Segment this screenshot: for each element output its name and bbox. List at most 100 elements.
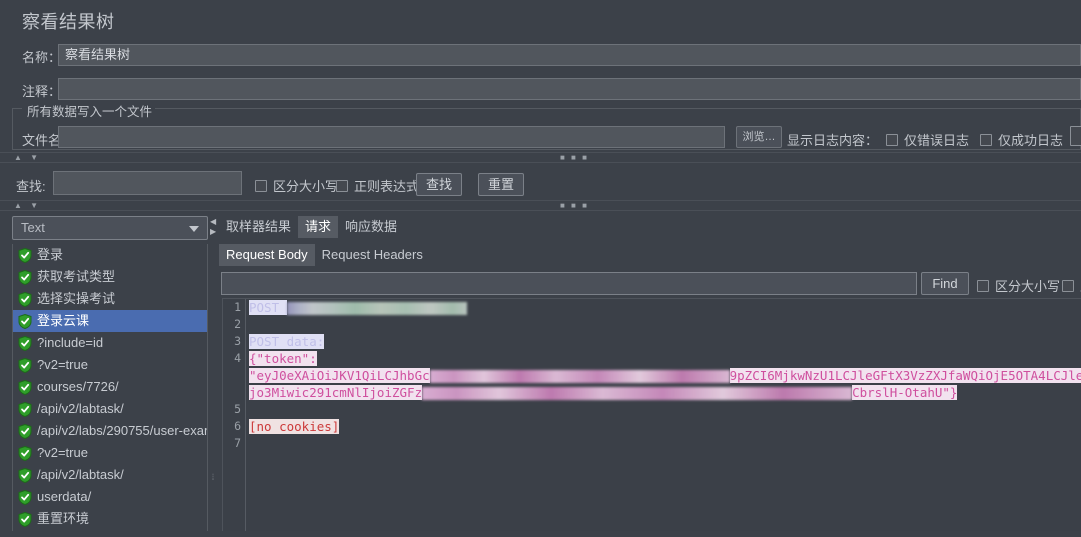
grip-dots-icon[interactable]: ■ ■ ■ <box>560 202 589 210</box>
tree-item[interactable]: ?v2=true <box>13 442 207 464</box>
shield-check-icon <box>18 379 32 396</box>
divider-middle[interactable]: ▲ ▼ ■ ■ ■ <box>0 200 1081 211</box>
find-button[interactable]: Find <box>921 272 969 295</box>
request-subtabs[interactable]: Request Body Request Headers <box>219 244 430 266</box>
tree-item[interactable]: courses/7726/ <box>13 376 207 398</box>
checkbox-box[interactable] <box>336 179 348 192</box>
shield-check-icon <box>18 335 32 352</box>
checkbox-box[interactable] <box>980 133 992 146</box>
code-line: POST <box>246 299 1081 316</box>
log-content-label: 显示日志内容： <box>787 133 879 148</box>
tree-item[interactable]: userdata/ <box>13 486 207 508</box>
line-number: 4 <box>234 351 241 365</box>
find-case-sensitive-checkbox[interactable]: 区分大小写 <box>977 276 1060 295</box>
comment-input[interactable] <box>58 78 1081 100</box>
tree-item[interactable]: /api/v2/labs/290755/user-exam <box>13 420 207 442</box>
checkbox-error-logs-only[interactable]: 仅错误日志 <box>886 130 969 149</box>
line-number: 3 <box>234 334 241 348</box>
request-body-editor[interactable]: 1234567 POST POST data: {"token": "eyJ0eXA… <box>222 298 1081 537</box>
tree-item[interactable]: ?v2=true <box>13 354 207 376</box>
result-tab[interactable]: 响应数据 <box>338 216 404 238</box>
shield-check-icon <box>18 489 32 506</box>
search-find-button[interactable]: 查找 <box>416 173 462 196</box>
tree-item[interactable]: /api/v2/labtask/ <box>13 398 207 420</box>
checkbox-box[interactable] <box>1062 279 1074 292</box>
results-tree[interactable]: 登录获取考试类型 选择实操考试 登录云课 ?include=id ?v2=true cou… <box>12 244 208 535</box>
browse-button[interactable]: 浏览… <box>736 126 782 148</box>
renderer-select[interactable]: Text <box>12 216 208 240</box>
tree-item-label: /api/v2/labtask/ <box>37 467 124 482</box>
line-number: 2 <box>234 317 241 331</box>
shield-check-icon <box>18 313 32 330</box>
collapse-arrows-icon[interactable]: ▲ ▼ <box>14 153 41 162</box>
tree-item-label: 获取考试类型 <box>37 269 116 284</box>
filename-input[interactable] <box>58 126 725 148</box>
checkbox-label: 仅错误日志 <box>904 133 970 148</box>
code-token: [no cookies] <box>249 419 340 434</box>
request-subtab[interactable]: Request Body <box>219 244 315 266</box>
checkbox-box[interactable] <box>255 179 267 192</box>
tree-item-label: 选择实操考试 <box>37 291 116 306</box>
find-input[interactable] <box>221 272 917 295</box>
comment-row: 注释： <box>0 78 1081 102</box>
shield-check-icon <box>18 401 32 418</box>
checkbox-label: 正则表达式 <box>354 179 420 194</box>
tree-item[interactable]: 获取考试类型 <box>13 266 207 288</box>
tree-item[interactable]: 登录 <box>13 244 207 266</box>
tree-item-label: ?v2=true <box>37 357 88 372</box>
shield-check-icon <box>18 401 32 418</box>
code-content[interactable]: POST POST data: {"token": "eyJ0eXAiOiJKV1Q… <box>246 299 1081 537</box>
redacted-text <box>286 302 467 315</box>
shield-check-icon <box>18 357 32 374</box>
line-number-gutter: 1 2 3 4 5 6 7 <box>223 299 246 537</box>
search-case-sensitive-checkbox[interactable]: 区分大小写 <box>255 176 338 195</box>
vertical-splitter[interactable]: ◀ ▶ ⦙ <box>209 212 219 537</box>
checkbox-success-logs-only[interactable]: 仅成功日志 <box>980 130 1063 149</box>
checkbox-box[interactable] <box>977 279 989 292</box>
code-line: jo3Miwic291cmNlIjoiZGFz CbrslH-OtahU"} <box>246 384 1081 401</box>
tree-item[interactable]: 登录云课 <box>13 310 207 332</box>
name-input[interactable]: 察看结果树 <box>58 44 1081 66</box>
search-input[interactable] <box>53 171 242 195</box>
grip-dots-icon[interactable]: ■ ■ ■ <box>560 154 589 162</box>
collapse-arrows-icon[interactable]: ▲ ▼ <box>14 201 41 210</box>
search-reset-button[interactable]: 重置 <box>478 173 524 196</box>
code-token: CbrslH-OtahU"} <box>852 385 958 400</box>
search-regex-checkbox[interactable]: 正则表达式 <box>336 176 419 195</box>
shield-check-icon <box>18 335 32 352</box>
code-token: 9pZCI6MjkwNzU1LCJleGFtX3VzZXJfaWQiOjE5OT… <box>729 368 1081 383</box>
bottom-strip <box>0 531 1081 537</box>
shield-check-icon <box>18 467 32 484</box>
splitter-right-arrow-icon[interactable]: ▶ <box>210 228 216 236</box>
tree-item[interactable]: /api/v2/labtask/ <box>13 464 207 486</box>
request-subtab[interactable]: Request Headers <box>315 244 430 266</box>
checkbox-partial-clipped[interactable] <box>1070 126 1081 146</box>
renderer-select-wrap[interactable]: Text <box>12 216 208 240</box>
shield-check-icon <box>18 423 32 440</box>
checkbox-box[interactable] <box>1070 126 1081 146</box>
tree-item-label: 登录云课 <box>37 313 90 328</box>
tree-item-label: 重置环境 <box>37 511 90 526</box>
tree-item[interactable]: 重置环境 <box>13 508 207 530</box>
shield-check-icon <box>18 379 32 396</box>
search-row: 查找: 区分大小写 正则表达式 <box>0 168 1081 200</box>
tree-item-label: userdata/ <box>37 489 92 504</box>
checkbox-box[interactable] <box>886 133 898 146</box>
find-regex-checkbox-clipped[interactable]: 正 <box>1062 276 1081 295</box>
result-tabs[interactable]: 取样器结果 请求 响应数据 <box>219 216 404 238</box>
divider-top[interactable]: ▲ ▼ ■ ■ ■ <box>0 152 1081 163</box>
code-token: POST data: <box>249 334 325 349</box>
shield-check-icon <box>18 247 32 264</box>
name-label: 名称： <box>22 50 62 65</box>
checkbox-label: 区分大小写 <box>273 179 339 194</box>
result-tab[interactable]: 请求 <box>298 216 339 238</box>
result-tab[interactable]: 取样器结果 <box>219 216 298 238</box>
splitter-grip-dots-icon[interactable]: ⦙ <box>212 473 214 482</box>
line-number: 7 <box>234 436 241 450</box>
tree-item[interactable]: 选择实操考试 <box>13 288 207 310</box>
line-number: 1 <box>234 300 241 314</box>
tree-item-label: ?include=id <box>37 335 104 350</box>
results-area: Text 登录获取考试类型 选择实操考试 登录云课 ?include=id ?v2=tr… <box>0 212 1081 537</box>
tree-item[interactable]: ?include=id <box>13 332 207 354</box>
splitter-left-arrow-icon[interactable]: ◀ <box>210 218 216 226</box>
